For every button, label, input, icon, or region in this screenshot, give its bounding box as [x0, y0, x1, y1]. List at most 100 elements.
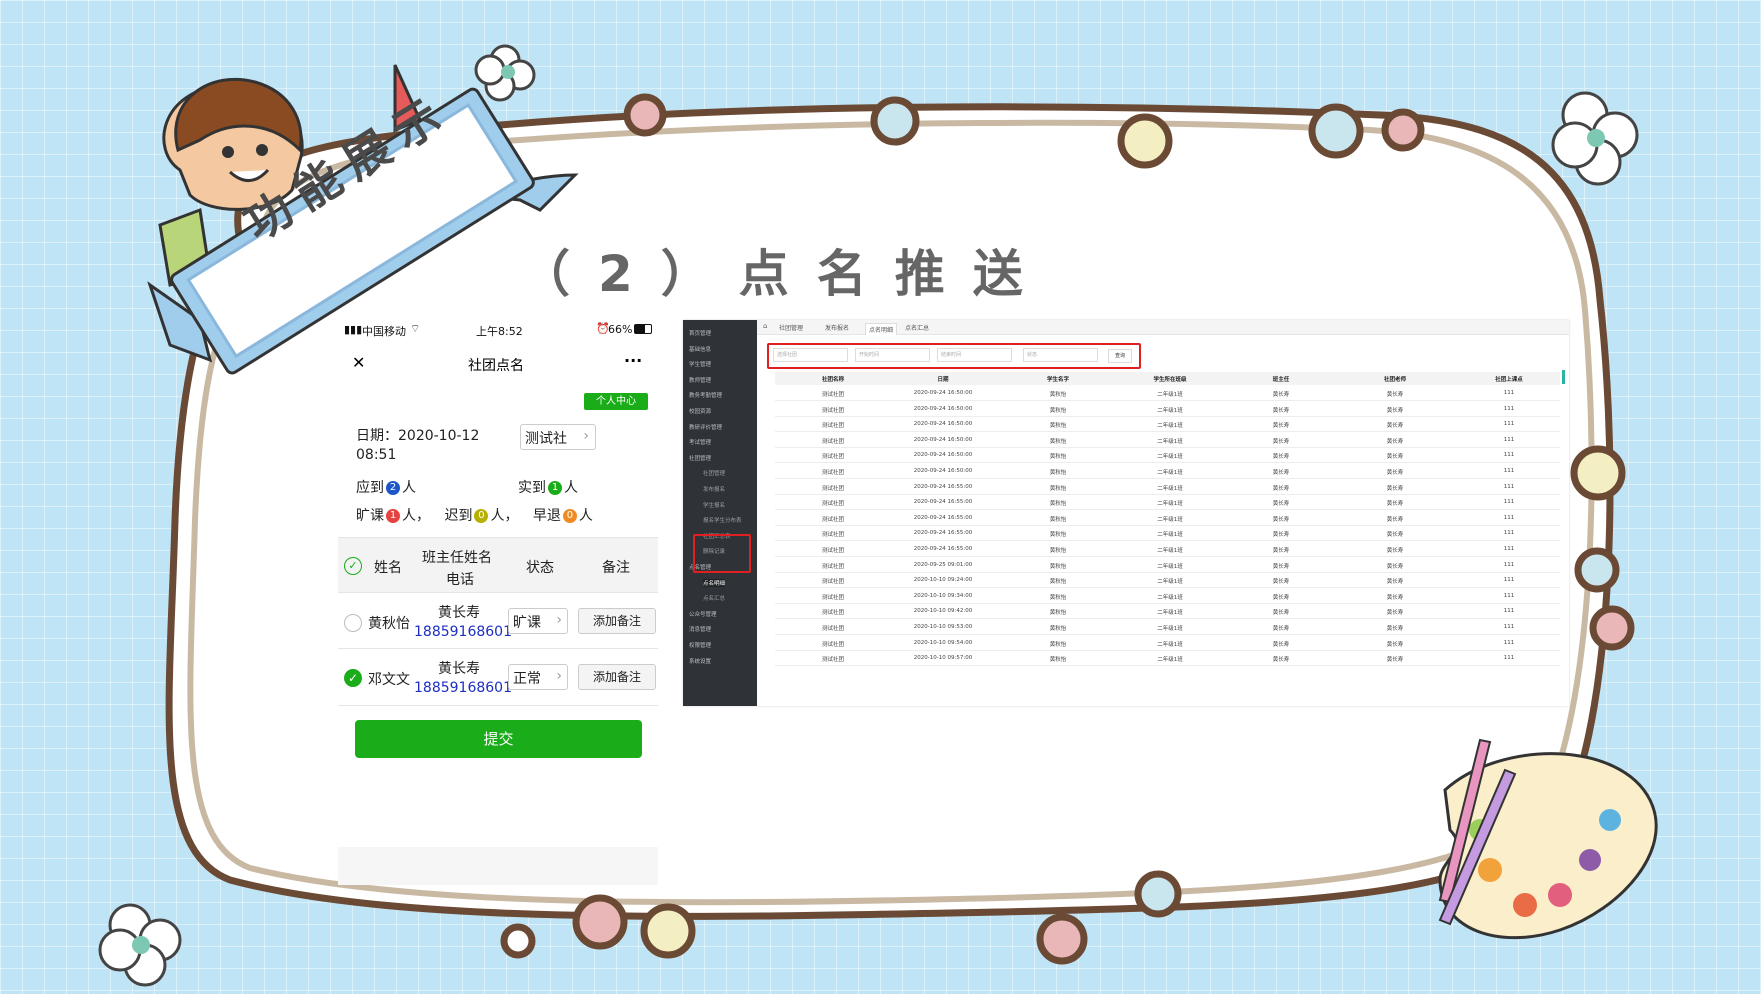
- table-cell: 111: [1503, 546, 1515, 552]
- sidebar-item[interactable]: 社团管理: [689, 454, 711, 462]
- table-cell: 二年级1班: [1157, 626, 1183, 632]
- sidebar-item[interactable]: 学生管理: [689, 360, 711, 368]
- add-note-button[interactable]: 添加备注: [578, 608, 656, 634]
- table-cell: 黄秋怡: [1049, 532, 1067, 539]
- date-time: 08:51: [356, 447, 397, 463]
- header-name: 姓名: [374, 560, 402, 576]
- table-cell: 2020-09-24 16:55:00: [913, 514, 973, 521]
- table-cell: 黄秋怡: [1049, 610, 1067, 617]
- tab-0[interactable]: 社团管理: [779, 323, 803, 332]
- table-cell: 黄长寿: [1386, 563, 1404, 570]
- sidebar-item[interactable]: 点名汇总: [703, 594, 725, 602]
- nav-bar: ✕ 社团点名 ···: [338, 343, 658, 387]
- tab-3[interactable]: 点名汇总: [905, 323, 929, 332]
- close-icon[interactable]: ✕: [352, 353, 365, 372]
- checked-circle-icon[interactable]: ✓: [344, 669, 362, 687]
- table-cell: 黄长寿: [1386, 407, 1404, 414]
- table-cell: 测试社团: [821, 548, 845, 554]
- table-cell: 测试社团: [821, 579, 845, 586]
- sidebar-item[interactable]: 权限管理: [689, 641, 711, 649]
- table-cell: 测试社团: [821, 392, 845, 398]
- personal-center-button[interactable]: 个人中心: [584, 393, 648, 410]
- sidebar-item[interactable]: 首页管理: [689, 329, 711, 337]
- sidebar-item[interactable]: 学生报名: [703, 501, 725, 509]
- select-all-check-icon[interactable]: ✓: [344, 557, 362, 575]
- sidebar-item[interactable]: 教务考勤管理: [689, 391, 722, 399]
- row-divider: [775, 446, 1560, 448]
- sidebar-item[interactable]: 教师管理: [689, 376, 711, 384]
- add-note-button[interactable]: 添加备注: [578, 664, 656, 690]
- should-attend: 应到 2 人: [356, 480, 416, 496]
- sidebar-item[interactable]: 考试管理: [689, 438, 711, 446]
- tab-2[interactable]: 点名明细: [865, 323, 898, 335]
- row-divider: [775, 587, 1560, 589]
- teacher-phone[interactable]: 18859168601: [414, 680, 512, 696]
- table-cell: 111: [1503, 530, 1515, 537]
- table-cell: 黄秋怡: [1049, 548, 1067, 554]
- admin-screenshot: 首页管理 基础信息 学生管理 教师管理 教务考勤管理 校园资源 教研评价管理 考试管理 社团管理…: [683, 320, 1569, 706]
- row-divider: [775, 556, 1560, 557]
- table-cell: 2020-09-24 16:50:00: [913, 405, 973, 412]
- table-cell: 111: [1503, 405, 1515, 412]
- column-header: 社团名称: [821, 377, 845, 383]
- teacher-phone[interactable]: 18859168601: [414, 624, 512, 640]
- table-cell: 2020-10-10 09:24:00: [913, 577, 973, 584]
- sidebar-item[interactable]: 发布报名: [703, 485, 725, 493]
- chevron-right-icon: ›: [556, 612, 562, 628]
- sidebar-item[interactable]: 校园资源: [689, 407, 711, 415]
- table-cell: 黄秋怡: [1049, 454, 1067, 461]
- table-cell: 二年级1班: [1157, 454, 1183, 461]
- table-cell: 2020-09-24 16:55:00: [913, 499, 973, 506]
- status-bar: ▮▮▮ 中国移动 ⌔ 上午8:52 ⏰ 66%: [338, 315, 658, 343]
- table-cell: 黄秋怡: [1049, 563, 1067, 570]
- table-cell: 测试社团: [821, 610, 845, 617]
- table-cell: 二年级1班: [1157, 485, 1183, 492]
- table-cell: 黄长寿: [1386, 392, 1404, 398]
- scroll-indicator[interactable]: [1562, 370, 1565, 384]
- table-cell: 测试社团: [821, 501, 845, 508]
- more-icon[interactable]: ···: [624, 351, 642, 370]
- table-cell: 111: [1503, 499, 1515, 506]
- table-cell: 黄秋怡: [1049, 626, 1067, 632]
- battery-icon: [634, 324, 652, 334]
- table-cell: 2020-09-24 16:55:00: [913, 546, 973, 552]
- club-select[interactable]: 测试社 ›: [520, 424, 596, 450]
- table-cell: 黄长寿: [1386, 501, 1404, 508]
- table-cell: 111: [1503, 655, 1515, 662]
- table-cell: 黄长寿: [1272, 485, 1290, 492]
- table-cell: 黄长寿: [1272, 548, 1290, 554]
- table-cell: 二年级1班: [1157, 470, 1183, 476]
- teacher-name: 黄长寿: [438, 661, 480, 677]
- actual-attend: 实到 1 人: [518, 480, 578, 496]
- table-cell: 黄长寿: [1272, 516, 1290, 523]
- table-cell: 测试社团: [821, 454, 845, 461]
- sidebar-item[interactable]: 基础信息: [689, 345, 711, 353]
- column-header: 学生所在班级: [1153, 377, 1187, 383]
- wifi-icon: ⌔: [410, 322, 421, 335]
- status-select[interactable]: 旷课 ›: [508, 608, 568, 634]
- table-cell: 2020-10-10 09:34:00: [913, 592, 973, 599]
- table-cell: 黄秋怡: [1049, 516, 1067, 523]
- tab-1[interactable]: 发布报名: [825, 323, 849, 332]
- table-cell: 二年级1班: [1157, 657, 1183, 664]
- sidebar-item[interactable]: 公众号管理: [689, 610, 717, 618]
- table-cell: 2020-09-24 16:50:00: [913, 468, 973, 474]
- header-teacher: 班主任姓名: [422, 550, 492, 566]
- sidebar-item[interactable]: 社团管理: [703, 469, 725, 477]
- sidebar-item[interactable]: 点名明细: [703, 578, 726, 587]
- table-cell: 黄长寿: [1272, 594, 1290, 601]
- home-icon[interactable]: ⌂: [763, 322, 767, 330]
- sidebar-item[interactable]: 教研评价管理: [689, 423, 722, 431]
- sidebar-item[interactable]: 系统设置: [689, 657, 711, 665]
- sidebar-item[interactable]: 报名学生分布表: [703, 516, 742, 524]
- row-divider: [775, 478, 1560, 479]
- column-header: 社团老师: [1383, 377, 1407, 383]
- sidebar-item[interactable]: 消息管理: [689, 625, 711, 633]
- chevron-right-icon: ›: [556, 668, 562, 684]
- unchecked-circle-icon[interactable]: [344, 614, 362, 632]
- table-cell: 黄长寿: [1386, 438, 1404, 445]
- status-select[interactable]: 正常 ›: [508, 664, 568, 690]
- table-cell: 黄长寿: [1386, 532, 1404, 539]
- submit-button[interactable]: 提交: [355, 720, 642, 758]
- table-cell: 黄长寿: [1386, 516, 1404, 523]
